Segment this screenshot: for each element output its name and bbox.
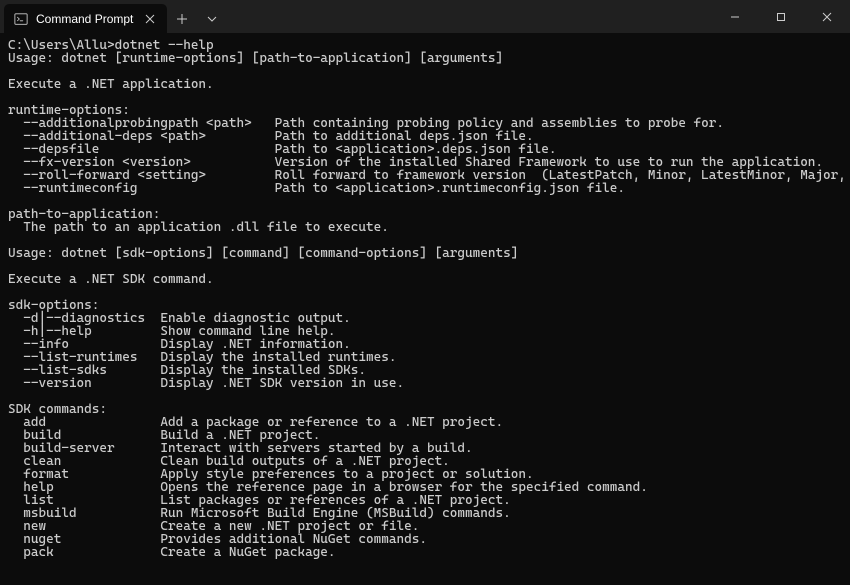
minimize-button[interactable]	[712, 0, 758, 33]
new-tab-button[interactable]	[167, 4, 197, 33]
terminal-output[interactable]: C:\Users\Allu>dotnet --help Usage: dotne…	[0, 33, 850, 567]
tab-close-button[interactable]	[141, 10, 159, 28]
maximize-button[interactable]	[758, 0, 804, 33]
tab-command-prompt[interactable]: Command Prompt	[4, 4, 167, 33]
close-button[interactable]	[804, 0, 850, 33]
titlebar: Command Prompt	[0, 0, 850, 33]
tab-bar: Command Prompt	[0, 0, 712, 33]
tab-title: Command Prompt	[36, 12, 133, 26]
terminal-icon	[14, 12, 28, 26]
window-controls	[712, 0, 850, 33]
tab-dropdown-button[interactable]	[197, 4, 227, 33]
